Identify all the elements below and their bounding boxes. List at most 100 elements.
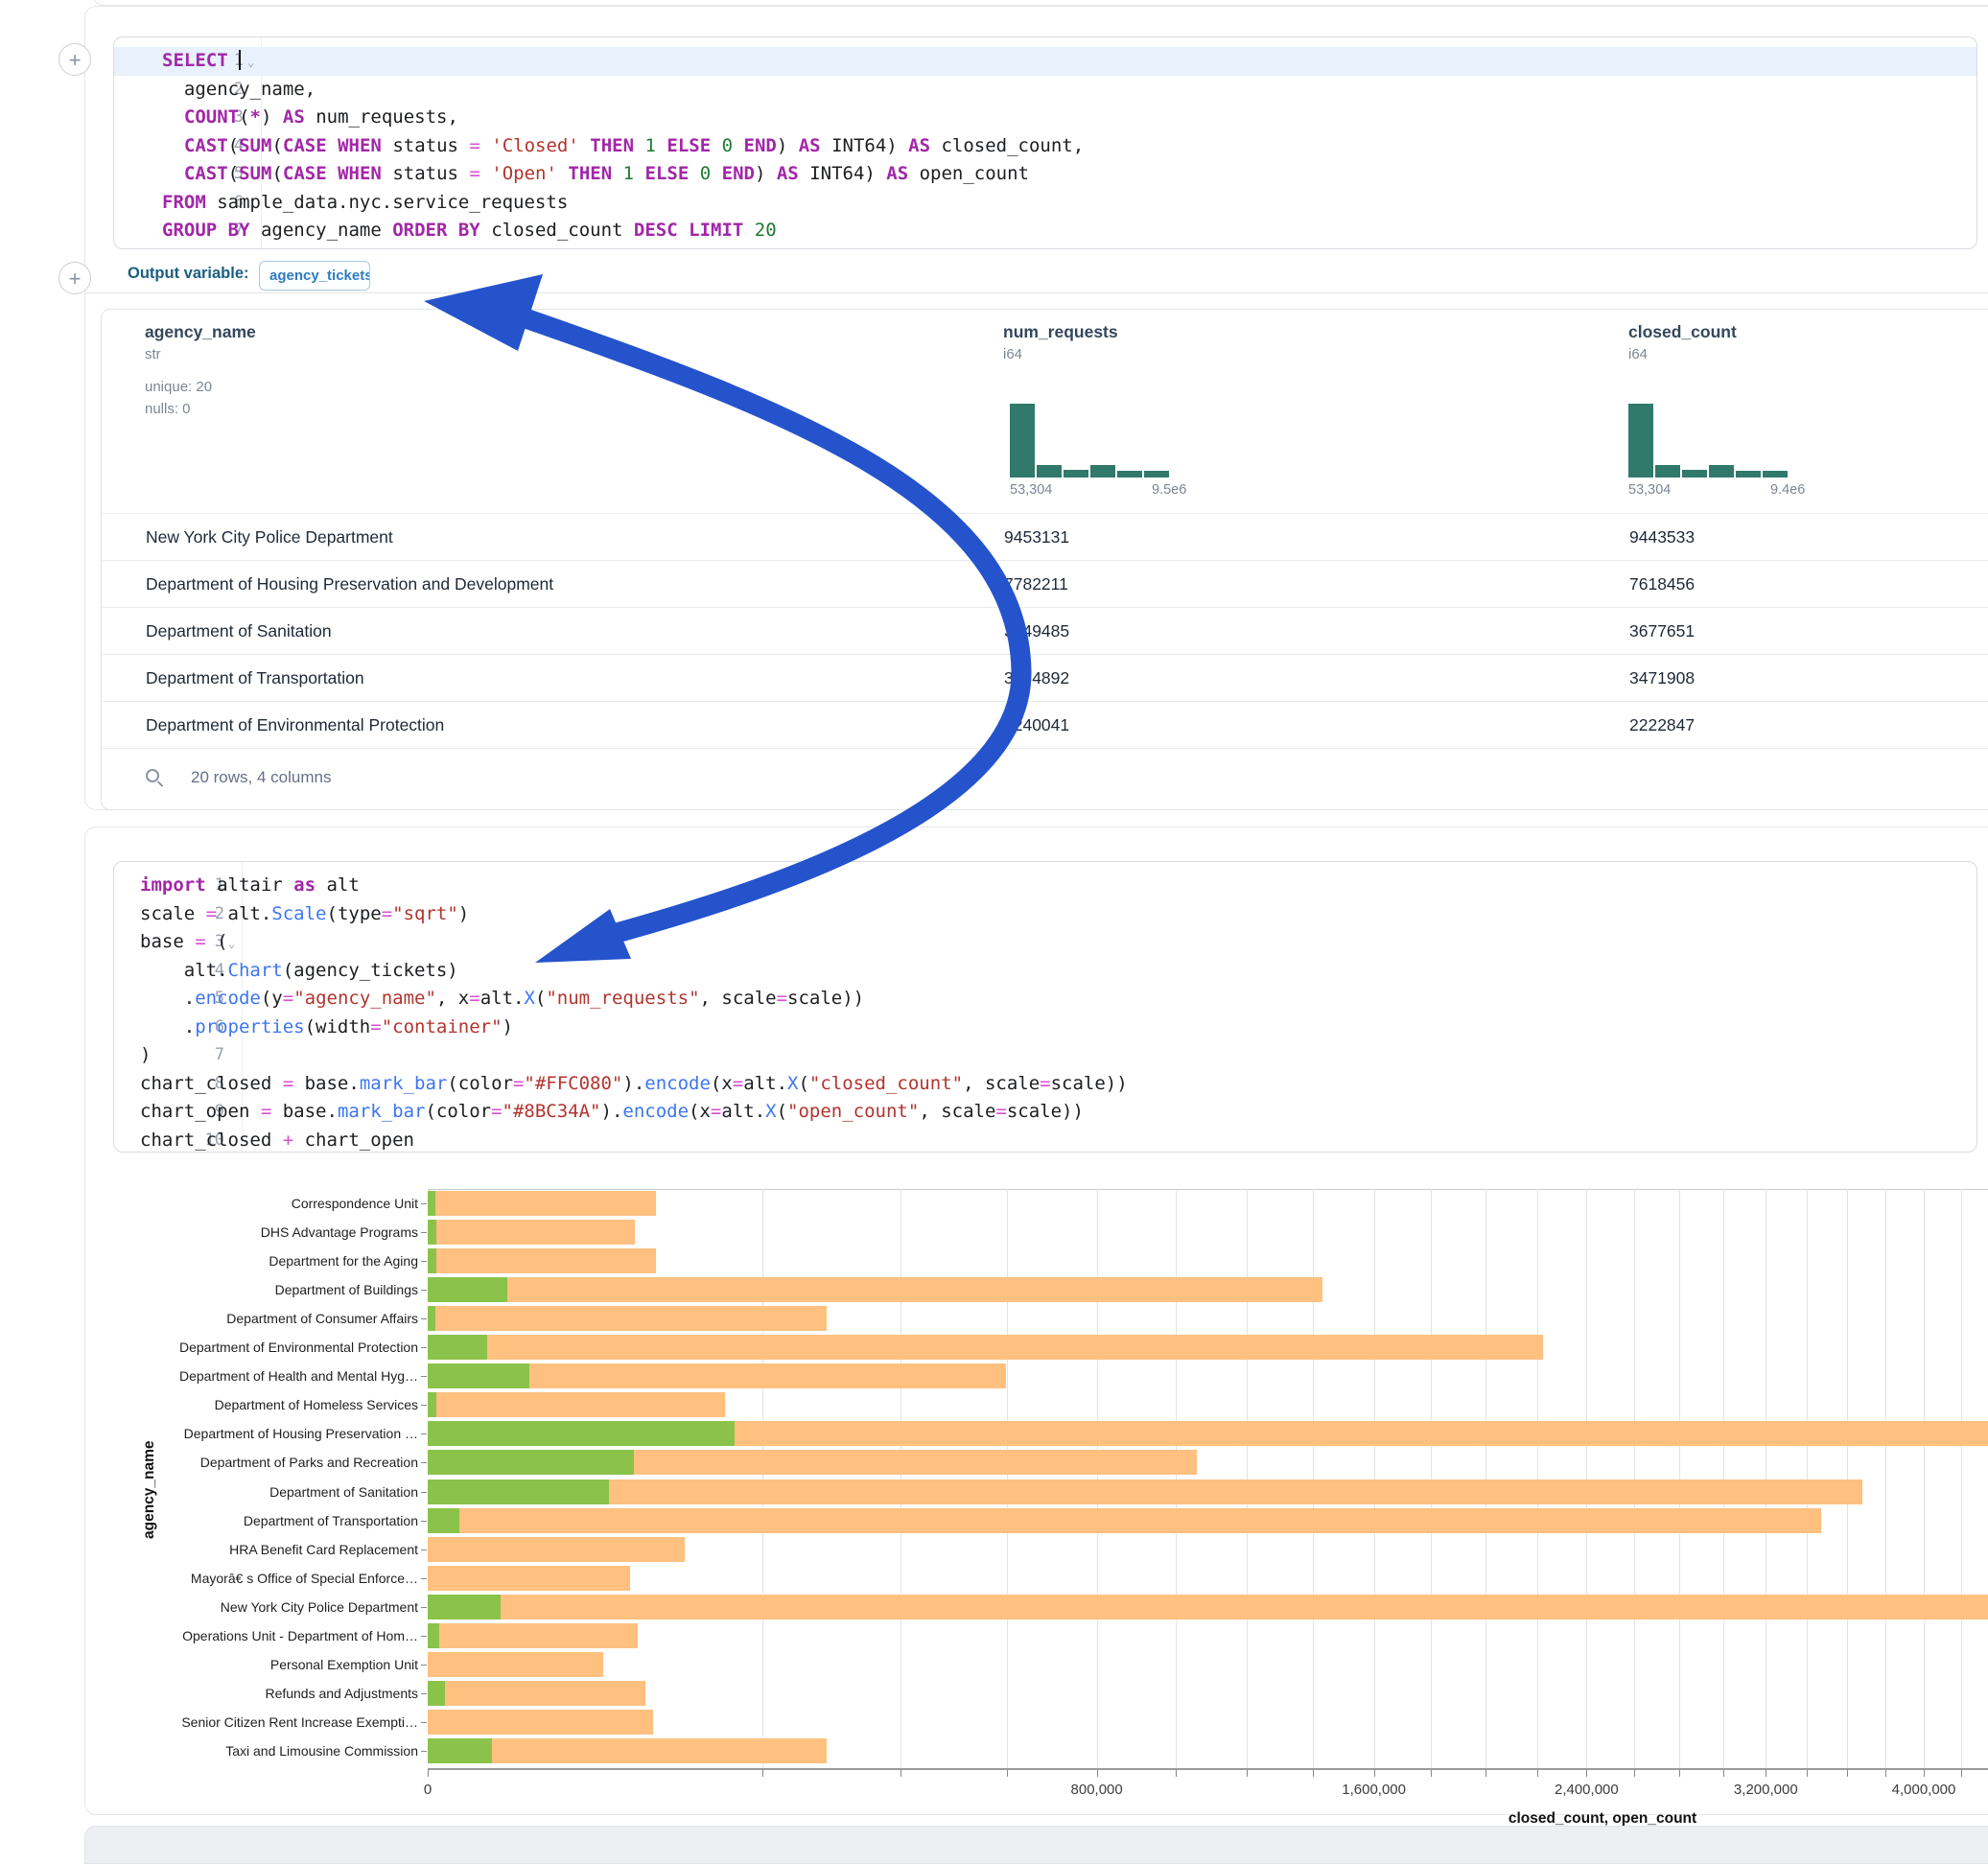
- y-axis-label: Department of Environmental Protection: [111, 1340, 418, 1355]
- bar-closed_count[interactable]: [428, 1392, 725, 1417]
- column-meta-nulls: nulls: 0: [145, 401, 191, 417]
- table-cell-agency-name: Department of Transportation: [146, 655, 364, 702]
- table-cell-closed-count: 7618456: [1629, 561, 1695, 608]
- gridline: [1924, 1189, 1925, 1768]
- bar-closed_count[interactable]: [428, 1595, 1988, 1619]
- y-axis-tick: [421, 1636, 427, 1637]
- sql-code-editor[interactable]: 1⌄SELECT 2 agency_name,3 COUNT(*) AS num…: [113, 36, 1977, 249]
- column-header-agency-name[interactable]: agency_name: [145, 322, 256, 342]
- x-axis-tick-label: 0: [424, 1782, 432, 1798]
- output-variable-input[interactable]: agency_tickets: [259, 261, 370, 291]
- code-line[interactable]: 2scale = alt.Scale(type="sqrt"): [114, 900, 1976, 929]
- code-line[interactable]: 10chart_closed + chart_open: [114, 1127, 1976, 1153]
- table-footer: 20 rows, 4 columns: [103, 748, 1988, 809]
- y-axis-label: Personal Exemption Unit: [111, 1657, 418, 1672]
- bar-open_count[interactable]: [428, 1306, 435, 1331]
- bar-open_count[interactable]: [428, 1277, 507, 1302]
- code-line[interactable]: 8chart_closed = base.mark_bar(color="#FF…: [114, 1070, 1976, 1099]
- code-line[interactable]: 5 .encode(y="agency_name", x=alt.X("num_…: [114, 985, 1976, 1014]
- x-axis-tick: [1924, 1770, 1925, 1777]
- code-line[interactable]: 9chart_open = base.mark_bar(color="#8BC3…: [114, 1098, 1976, 1127]
- bar-closed_count[interactable]: [428, 1306, 827, 1331]
- y-axis-label: HRA Benefit Card Replacement: [111, 1542, 418, 1557]
- bar-open_count[interactable]: [428, 1363, 529, 1388]
- y-axis-tick: [421, 1462, 427, 1463]
- table-cell-agency-name: New York City Police Department: [146, 514, 393, 561]
- table-cell-agency-name: Department of Environmental Protection: [146, 702, 444, 749]
- code-line[interactable]: 4 CAST(SUM(CASE WHEN status = 'Closed' T…: [114, 132, 1976, 161]
- text-cursor: [239, 50, 241, 70]
- x-axis-tick-label: 4,000,000: [1892, 1782, 1956, 1798]
- bar-open_count[interactable]: [428, 1392, 436, 1417]
- code-line[interactable]: 1import altair as alt: [114, 872, 1976, 900]
- bar-closed_count[interactable]: [428, 1710, 653, 1735]
- collapse-caret-icon[interactable]: ⌄: [247, 49, 254, 78]
- code-line[interactable]: 5 CAST(SUM(CASE WHEN status = 'Open' THE…: [114, 160, 1976, 189]
- y-axis-label: Department of Consumer Affairs: [111, 1311, 418, 1326]
- bar-open_count[interactable]: [428, 1738, 492, 1763]
- bar-closed_count[interactable]: [428, 1623, 638, 1648]
- python-code-editor[interactable]: 1import altair as alt2scale = alt.Scale(…: [113, 861, 1977, 1153]
- bar-open_count[interactable]: [428, 1508, 459, 1533]
- column-header-closed-count[interactable]: closed_count: [1628, 322, 1737, 342]
- bar-open_count[interactable]: [428, 1335, 487, 1360]
- column-type-num-requests: i64: [1003, 346, 1022, 362]
- code-line[interactable]: 4 alt.Chart(agency_tickets): [114, 957, 1976, 986]
- code-line[interactable]: 1⌄SELECT: [114, 47, 1976, 76]
- bar-closed_count[interactable]: [428, 1191, 656, 1216]
- next-cell-collapsed[interactable]: [84, 1826, 1988, 1864]
- altair-bar-chart[interactable]: Correspondence UnitDHS Advantage Program…: [101, 1175, 1988, 1836]
- table-row[interactable]: Department of Housing Preservation and D…: [103, 560, 1988, 607]
- code-line[interactable]: 7GROUP BY agency_name ORDER BY closed_co…: [114, 217, 1976, 245]
- x-axis-tick: [1807, 1770, 1808, 1777]
- code-text: alt.Chart(agency_tickets): [140, 957, 458, 986]
- code-line[interactable]: 6FROM sample_data.nyc.service_requests: [114, 189, 1976, 218]
- bar-open_count[interactable]: [428, 1220, 436, 1245]
- x-axis-tick: [900, 1770, 901, 1777]
- bar-open_count[interactable]: [428, 1450, 634, 1475]
- table-row[interactable]: New York City Police Department945313194…: [103, 513, 1988, 560]
- bar-open_count[interactable]: [428, 1248, 436, 1273]
- table-cell-num-requests: 2240041: [1004, 702, 1069, 749]
- bar-closed_count[interactable]: [428, 1681, 645, 1706]
- bar-open_count[interactable]: [428, 1681, 445, 1706]
- bar-open_count[interactable]: [428, 1623, 439, 1648]
- y-axis-label: Department for the Aging: [111, 1253, 418, 1269]
- y-axis-tick: [421, 1405, 427, 1406]
- bar-closed_count[interactable]: [428, 1537, 685, 1562]
- code-line[interactable]: 3 COUNT(*) AS num_requests,: [114, 104, 1976, 132]
- x-axis-tick: [428, 1770, 429, 1777]
- table-row[interactable]: Department of Transportation377489234719…: [103, 654, 1988, 701]
- bar-open_count[interactable]: [428, 1480, 609, 1504]
- bar-closed_count[interactable]: [428, 1335, 1543, 1360]
- bar-closed_count[interactable]: [428, 1480, 1862, 1504]
- add-cell-button-output[interactable]: +: [58, 262, 91, 294]
- table-row[interactable]: Department of Sanitation37494853677651: [103, 607, 1988, 654]
- table-row[interactable]: Department of Environmental Protection 22…: [103, 701, 1988, 748]
- bar-closed_count[interactable]: [428, 1652, 603, 1677]
- bar-open_count[interactable]: [428, 1421, 735, 1446]
- code-line[interactable]: 7): [114, 1041, 1976, 1070]
- plot-top-border: [428, 1189, 1988, 1190]
- bar-closed_count[interactable]: [428, 1566, 630, 1591]
- bar-open_count[interactable]: [428, 1191, 435, 1216]
- code-line[interactable]: 3⌄base = (: [114, 928, 1976, 957]
- code-line[interactable]: 2 agency_name,: [114, 76, 1976, 105]
- y-axis-tick: [421, 1607, 427, 1608]
- bar-closed_count[interactable]: [428, 1508, 1821, 1533]
- bar-closed_count[interactable]: [428, 1277, 1322, 1302]
- bar-closed_count[interactable]: [428, 1220, 635, 1245]
- collapse-caret-icon[interactable]: ⌄: [228, 930, 235, 959]
- cell-divider: [85, 292, 1988, 293]
- bar-closed_count[interactable]: [428, 1248, 656, 1273]
- histogram-closed-count: [1628, 404, 1801, 478]
- x-axis-tick: [1007, 1770, 1008, 1777]
- histogram-bin: [1010, 404, 1035, 478]
- code-line[interactable]: 6 .properties(width="container"): [114, 1014, 1976, 1042]
- add-cell-button-top[interactable]: +: [58, 43, 91, 76]
- table-cell-num-requests: 3774892: [1004, 655, 1069, 702]
- search-icon[interactable]: [146, 769, 165, 788]
- x-axis-tick: [1847, 1770, 1848, 1777]
- column-header-num-requests[interactable]: num_requests: [1003, 322, 1118, 342]
- bar-open_count[interactable]: [428, 1595, 501, 1619]
